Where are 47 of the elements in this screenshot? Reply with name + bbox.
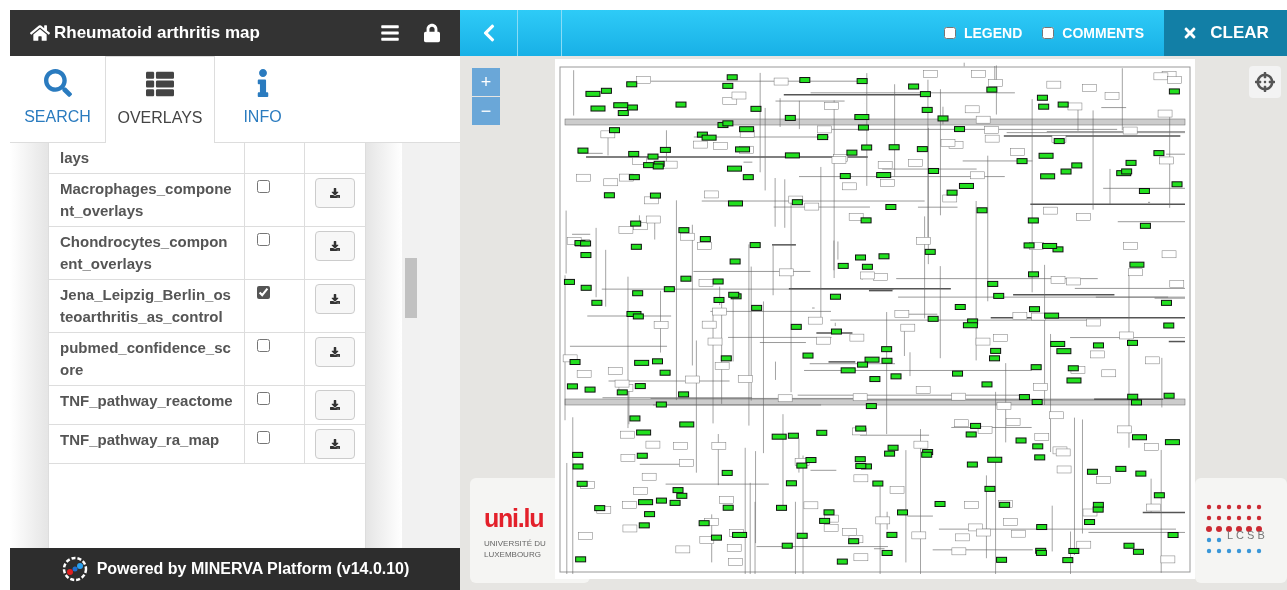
overlay-checkbox[interactable] — [257, 233, 270, 246]
uni-name-line: UNIVERSITÉ DU — [484, 538, 547, 549]
download-button[interactable] — [315, 390, 355, 420]
crosshair-icon — [1255, 72, 1275, 92]
overlay-checkbox[interactable] — [257, 180, 270, 193]
overlay-name: pubmed_confidence_score — [49, 333, 245, 385]
list-icon — [146, 70, 174, 98]
download-button[interactable] — [315, 429, 355, 459]
search-icon — [43, 69, 72, 97]
lock-icon[interactable] — [424, 23, 440, 43]
uni-name-line: LUXEMBOURG — [484, 549, 542, 560]
map-title: Rheumatoid arthritis map — [54, 22, 261, 45]
footer-text: Powered by MINERVA Platform (v14.0.10) — [96, 559, 410, 579]
toolbar-checkbox[interactable] — [1042, 27, 1055, 39]
download-icon — [330, 400, 340, 410]
menu-icon[interactable] — [380, 23, 400, 43]
download-button[interactable] — [315, 284, 355, 314]
lcsb-logo-text: LCSB — [1227, 528, 1268, 542]
download-icon — [330, 347, 340, 357]
home-icon[interactable] — [30, 23, 50, 43]
overlay-checkbox[interactable] — [257, 339, 270, 352]
download-button[interactable] — [315, 337, 355, 367]
overlay-name: TNF_pathway_ra_map — [49, 425, 245, 463]
toolbar-checkbox[interactable] — [944, 27, 956, 39]
uni-logo-text: uni.lu — [484, 504, 545, 532]
zoom-out-button[interactable]: − — [472, 97, 500, 125]
minerva-logo-icon — [60, 555, 89, 583]
clear-button[interactable]: CLEAR — [1164, 10, 1287, 56]
download-icon — [330, 188, 340, 198]
overlay-checkbox[interactable] — [257, 286, 270, 299]
panel-tab[interactable]: OVERLAYS — [105, 56, 215, 143]
zoom-in-button[interactable]: + — [472, 68, 500, 96]
overlay-checkbox[interactable] — [257, 431, 270, 444]
option-label: COMMENTS — [1062, 23, 1144, 43]
option-label: LEGEND — [964, 23, 1023, 43]
download-icon — [330, 294, 340, 304]
overlay-name: lays — [49, 143, 245, 173]
overlay-name: Chondrocytes_component_overlays — [49, 227, 245, 279]
overlay-checkbox[interactable] — [257, 392, 270, 405]
overlay-name: TNF_pathway_reactome — [49, 386, 245, 424]
download-button[interactable] — [315, 231, 355, 261]
download-icon — [330, 439, 340, 449]
locate-button[interactable] — [1249, 66, 1281, 98]
download-button[interactable] — [315, 178, 355, 208]
overlay-name: Macrophages_component_overlays — [49, 174, 245, 226]
download-icon — [330, 241, 340, 251]
overlay-name: Jena_Leipzig_Berlin_osteoarthritis_as_control — [49, 280, 245, 332]
